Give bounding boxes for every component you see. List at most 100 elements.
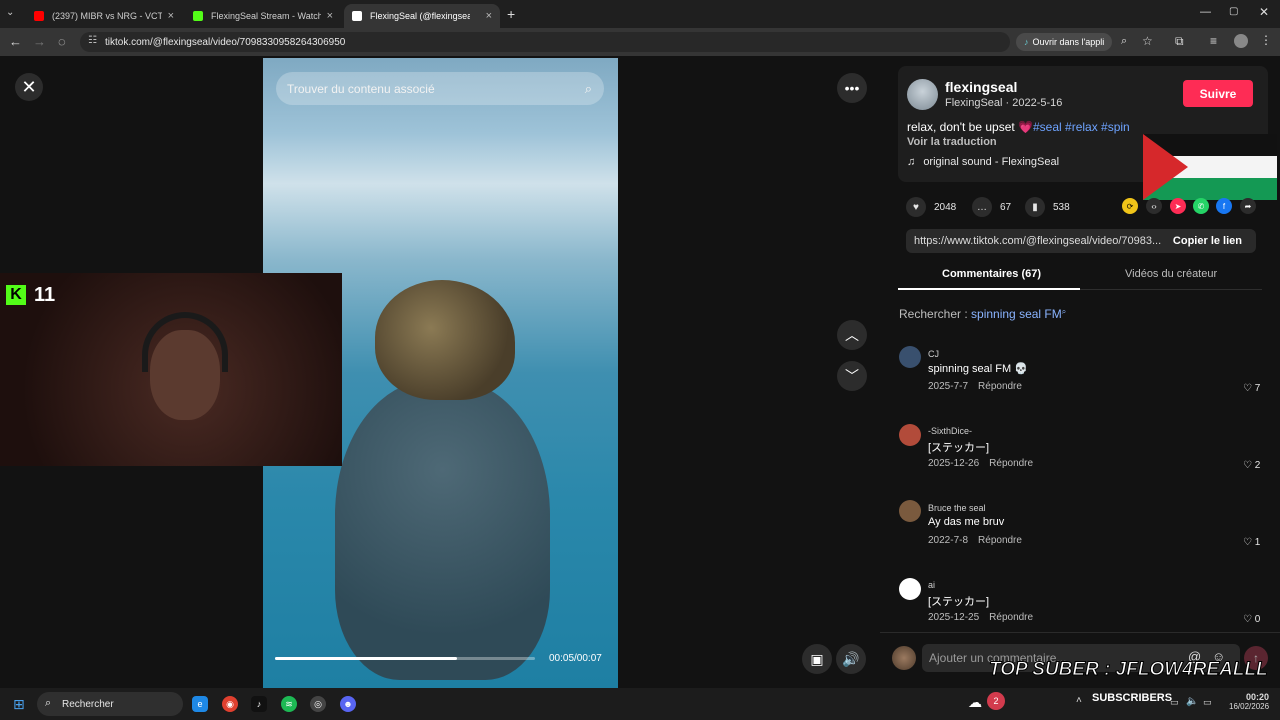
reply-button[interactable]: Répondre [989, 458, 1033, 469]
repost-icon[interactable]: ⟳ [1122, 198, 1138, 214]
picture-in-picture-icon[interactable]: ▣ [802, 644, 832, 674]
more-options-icon[interactable]: ••• [837, 73, 867, 103]
comment-author[interactable]: Bruce the seal [928, 503, 986, 513]
related-search-keyword[interactable]: spinning seal FM [971, 307, 1062, 321]
comment-avatar[interactable] [899, 346, 921, 368]
tab-title: FlexingSeal Stream - Watch Live [211, 11, 321, 21]
close-tab-icon[interactable]: × [168, 10, 174, 22]
tiktok-app-icon[interactable]: ♪ [251, 696, 267, 712]
active-tab-indicator [898, 288, 1080, 290]
save-button[interactable]: ▮ 538 [1025, 197, 1070, 217]
reply-button[interactable]: Répondre [978, 381, 1022, 392]
author-subline: FlexingSeal · 2022-5-16 [945, 97, 1063, 109]
comment-like[interactable]: ♡ 7 [1243, 383, 1260, 394]
close-video-button[interactable]: ✕ [15, 73, 43, 101]
video-link-url: https://www.tiktok.com/@flexingseal/vide… [914, 235, 1162, 247]
close-window-icon[interactable]: ✕ [1259, 5, 1269, 19]
heart-outline-icon: ♡ [1243, 537, 1255, 548]
edge-icon[interactable]: e [192, 696, 208, 712]
browser-tab-tiktok[interactable]: FlexingSeal (@flexingseal) | × [344, 4, 500, 28]
open-in-app-label: Ouvrir dans l'appli [1032, 37, 1105, 47]
previous-video-chevron-up-icon[interactable]: ︿ [837, 320, 867, 350]
comment-meta: 2025-7-7 Répondre [928, 381, 1022, 392]
minimize-window-icon[interactable]: — [1200, 6, 1211, 18]
send-to-friends-icon[interactable]: ➤ [1170, 198, 1186, 214]
heart-icon: ♥ [906, 197, 926, 217]
chrome-icon[interactable]: ◉ [222, 696, 238, 712]
save-count: 538 [1053, 201, 1070, 213]
spotify-icon[interactable]: ≋ [281, 696, 297, 712]
comment-avatar[interactable] [899, 578, 921, 600]
browser-tab-kick[interactable]: FlexingSeal Stream - Watch Live × [185, 4, 341, 28]
reply-button[interactable]: Répondre [978, 535, 1022, 546]
related-search-suggestion[interactable]: Rechercher : spinning seal FM⌕ [899, 307, 1066, 321]
search-icon[interactable]: ⌕ [585, 81, 592, 97]
comment-like[interactable]: ♡ 1 [1243, 537, 1260, 548]
close-tab-icon[interactable]: × [327, 10, 333, 22]
volume-icon[interactable]: 🔊 [836, 644, 866, 674]
extensions-icon[interactable]: ⧉ [1175, 34, 1184, 49]
kick-logo-icon: K [6, 285, 26, 305]
taskbar-clock[interactable]: 00:20 16/02/2026 [1229, 692, 1269, 711]
comment-like[interactable]: ♡ 0 [1243, 614, 1260, 625]
like-button[interactable]: ♥ 2048 [906, 197, 956, 217]
new-tab-button[interactable]: + [507, 6, 515, 22]
comment-avatar[interactable] [899, 424, 921, 446]
copy-link-button[interactable]: Copier le lien [1173, 235, 1242, 247]
facebook-icon[interactable]: f [1216, 198, 1232, 214]
tab-search-chevron-icon[interactable]: ⌄ [6, 7, 14, 18]
forward-arrow-icon[interactable]: → [33, 34, 46, 49]
comment-author[interactable]: -SixthDice- [928, 426, 972, 436]
see-translation-link[interactable]: Voir la traduction [907, 136, 997, 148]
tray-chevron-icon[interactable]: ˄ [1076, 695, 1082, 706]
search-icon: ⌕ [1061, 307, 1067, 316]
related-content-search[interactable]: Trouver du contenu associé ⌕ [276, 72, 604, 105]
next-video-chevron-down-icon[interactable]: ﹀ [837, 361, 867, 391]
discord-icon[interactable]: ☻ [340, 696, 356, 712]
whatsapp-icon[interactable]: ✆ [1193, 198, 1209, 214]
zoom-icon[interactable]: ⌕ [1121, 35, 1127, 48]
comment-meta: 2025-12-26 Répondre [928, 458, 1033, 469]
my-avatar [892, 646, 916, 670]
profile-avatar[interactable] [1234, 34, 1248, 48]
network-icon[interactable]: ▭ [1170, 697, 1179, 708]
open-in-app-button[interactable]: ♪ Ouvrir dans l'appli [1016, 33, 1113, 51]
notification-badge[interactable]: 2 [987, 692, 1005, 710]
comment-author[interactable]: CJ [928, 349, 939, 359]
address-bar[interactable]: ☷ tiktok.com/@flexingseal/video/70983309… [80, 32, 1010, 52]
caption-hashtags[interactable]: #seal #relax #spin [1033, 120, 1130, 134]
comment-author[interactable]: ai [928, 580, 935, 590]
browser-tab-youtube[interactable]: (2397) MIBR vs NRG - VCT Ame × [26, 4, 182, 28]
author-username[interactable]: flexingseal [945, 79, 1017, 95]
browser-menu-icon[interactable]: ⋮ [1260, 33, 1272, 47]
media-controls-icon[interactable]: ≡ [1210, 34, 1217, 48]
loading-spinner-icon[interactable]: ◌ [58, 34, 66, 49]
site-info-icon[interactable]: ☷ [88, 35, 97, 46]
comment-like[interactable]: ♡ 2 [1243, 460, 1260, 471]
weather-icon[interactable]: ☁ [968, 694, 982, 711]
share-arrow-icon[interactable]: ➦ [1240, 198, 1256, 214]
embed-code-icon[interactable]: ‹› [1146, 198, 1162, 214]
video-caption: relax, don't be upset 💗#seal #relax #spi… [907, 120, 1130, 134]
back-arrow-icon[interactable]: ← [9, 34, 22, 49]
bookmark-star-icon[interactable]: ☆ [1142, 34, 1153, 48]
taskbar-search[interactable]: ⌕ Rechercher [37, 692, 183, 716]
battery-icon[interactable]: ▭ [1203, 697, 1212, 708]
windows-start-icon[interactable]: ⊞ [13, 696, 25, 713]
follow-button[interactable]: Suivre [1183, 80, 1253, 107]
reply-button[interactable]: Répondre [989, 612, 1033, 623]
tab-creator-videos[interactable]: Vidéos du créateur [1125, 268, 1217, 280]
comment-button[interactable]: … 67 [972, 197, 1011, 217]
volume-tray-icon[interactable]: 🔈 [1186, 696, 1198, 707]
tab-comments[interactable]: Commentaires (67) [942, 268, 1041, 280]
restore-window-icon[interactable]: ▢ [1229, 6, 1238, 17]
author-avatar[interactable] [907, 79, 938, 110]
comment-avatar[interactable] [899, 500, 921, 522]
video-timer: 00:05/00:07 [549, 653, 602, 664]
sound-link[interactable]: ♫ original sound - FlexingSeal [907, 156, 1059, 168]
music-note-icon: ♫ [907, 156, 916, 168]
app-icon[interactable]: ◎ [310, 696, 326, 712]
related-search-placeholder: Trouver du contenu associé [287, 81, 435, 96]
close-tab-icon[interactable]: × [486, 10, 492, 22]
clock-date: 16/02/2026 [1229, 702, 1270, 711]
